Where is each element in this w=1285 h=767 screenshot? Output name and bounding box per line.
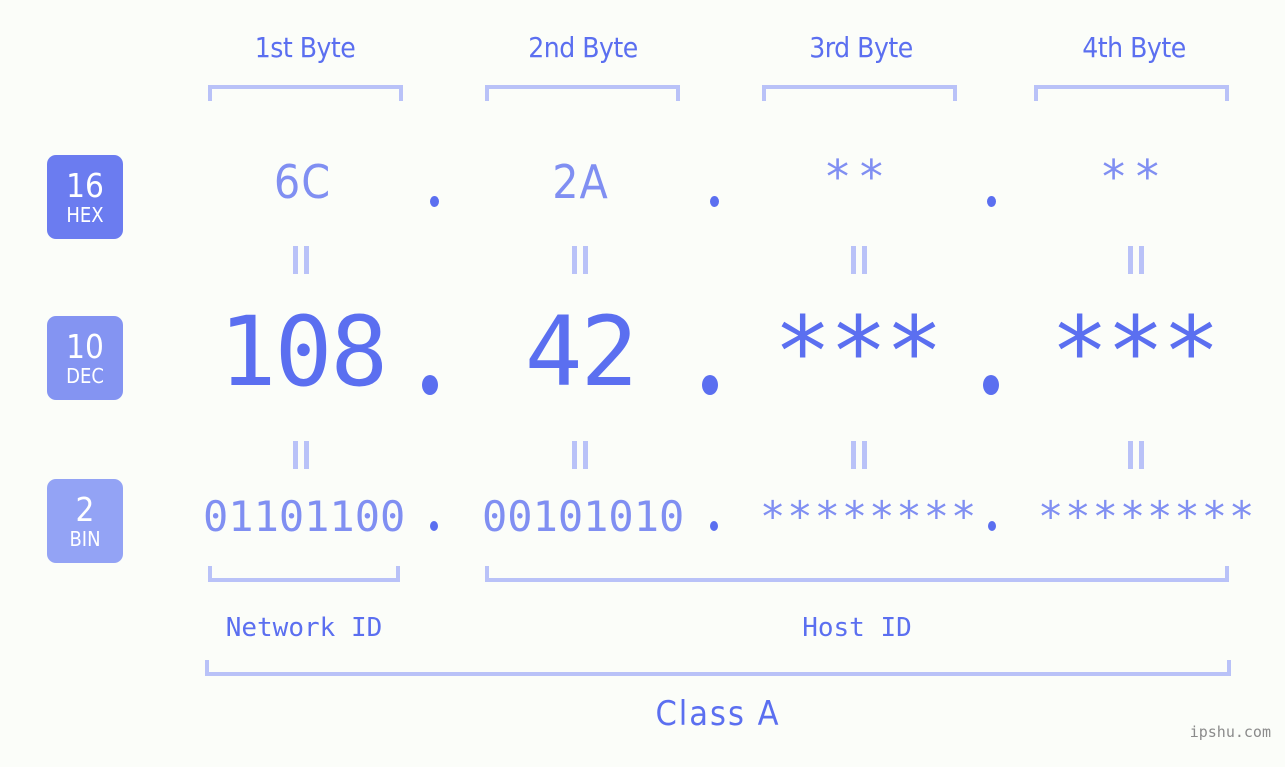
hex-byte-value-2: 2A <box>552 155 609 209</box>
byte-bracket-top-4 <box>1034 85 1229 101</box>
bin-byte-value-3: ******** <box>760 492 979 541</box>
class-bracket <box>205 660 1231 676</box>
equivalence-mark-hex-dec-3 <box>851 246 867 274</box>
bin-byte-value-4: ******** <box>1038 492 1257 541</box>
host-id-label: Host ID <box>802 613 912 643</box>
class-label: Class A <box>655 694 781 734</box>
hex-separator-dot-2 <box>710 196 719 207</box>
hex-byte-value-1: 6C <box>273 155 332 209</box>
bin-separator-dot-3 <box>988 521 996 531</box>
bin-separator-dot-2 <box>710 521 718 531</box>
byte-bracket-top-2 <box>485 85 680 101</box>
equivalence-mark-hex-dec-4 <box>1128 246 1144 274</box>
byte-bracket-top-1 <box>208 85 403 101</box>
dec-byte-value-1: 108 <box>218 296 388 408</box>
base-badge-bin: 2 BIN <box>47 479 123 563</box>
equivalence-mark-dec-bin-3 <box>851 441 867 469</box>
byte-header-label-3: 3rd Byte <box>809 31 913 64</box>
hex-separator-dot-1 <box>430 196 439 207</box>
bin-byte-value-2: 00101010 <box>482 492 685 541</box>
dec-byte-value-4: *** <box>1050 296 1220 408</box>
ip-address-breakdown-figure: 1st Byte 2nd Byte 3rd Byte 4th Byte 16 H… <box>0 0 1285 767</box>
base-badge-hex-number: 16 <box>66 166 104 205</box>
base-badge-bin-name: BIN <box>69 527 101 551</box>
network-id-bracket <box>208 566 400 582</box>
dec-byte-value-2: 42 <box>524 296 639 408</box>
byte-header-label-4: 4th Byte <box>1082 31 1186 64</box>
equivalence-mark-hex-dec-2 <box>572 246 588 274</box>
base-badge-dec-name: DEC <box>66 364 104 388</box>
dec-byte-value-3: *** <box>773 296 943 408</box>
equivalence-mark-dec-bin-4 <box>1128 441 1144 469</box>
base-badge-dec: 10 DEC <box>47 316 123 400</box>
equivalence-mark-dec-bin-2 <box>572 441 588 469</box>
hex-byte-value-4: ** <box>1099 150 1168 204</box>
base-badge-bin-number: 2 <box>75 490 95 529</box>
byte-bracket-top-3 <box>762 85 957 101</box>
equivalence-mark-dec-bin-1 <box>293 441 309 469</box>
equivalence-mark-hex-dec-1 <box>293 246 309 274</box>
byte-header-label-2: 2nd Byte <box>528 31 638 64</box>
dec-separator-dot-1 <box>422 375 438 395</box>
host-id-bracket <box>485 566 1229 582</box>
bin-byte-value-1: 01101100 <box>203 492 406 541</box>
hex-byte-value-3: ** <box>823 150 892 204</box>
watermark-ipshu: ipshu.com <box>1189 723 1271 741</box>
dec-separator-dot-2 <box>702 375 718 395</box>
hex-separator-dot-3 <box>987 196 996 207</box>
base-badge-dec-number: 10 <box>66 327 104 366</box>
network-id-label: Network ID <box>225 613 383 643</box>
bin-separator-dot-1 <box>430 521 438 531</box>
byte-header-label-1: 1st Byte <box>254 31 356 64</box>
base-badge-hex: 16 HEX <box>47 155 123 239</box>
base-badge-hex-name: HEX <box>66 203 104 227</box>
dec-separator-dot-3 <box>983 375 999 395</box>
